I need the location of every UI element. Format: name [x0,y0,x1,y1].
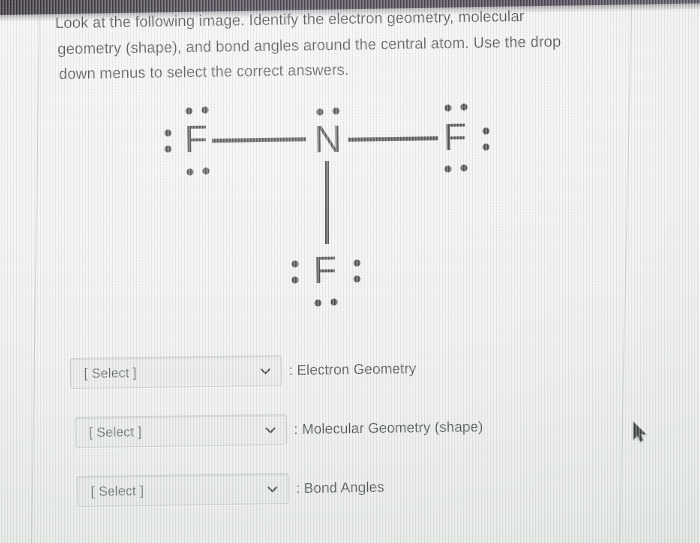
dropdown-row-molecular-geometry: [ Select ] : Molecular Geometry (shape) [74,411,484,448]
dropdown-row-bond-angles: [ Select ] : Bond Angles [76,472,385,507]
chevron-down-icon[interactable] [264,423,277,436]
question-prompt: Look at the following image. Identify th… [55,3,601,88]
chevron-down-icon[interactable] [266,482,279,495]
dropdown-row-electron-geometry: [ Select ] : Electron Geometry [69,353,417,389]
select-molecular-geometry-value: [ Select ] [88,424,142,440]
select-electron-geometry[interactable]: [ Select ] [69,355,283,389]
label-molecular-geometry: : Molecular Geometry (shape) [293,418,484,438]
label-electron-geometry: : Electron Geometry [288,360,417,379]
screen-photo: Look at the following image. Identify th… [0,0,700,543]
select-bond-angles[interactable]: [ Select ] [76,473,290,507]
select-molecular-geometry[interactable]: [ Select ] [74,414,288,448]
chevron-down-icon[interactable] [259,364,272,377]
label-bond-angles: : Bond Angles [295,479,385,497]
page-surface [0,9,700,543]
select-bond-angles-value: [ Select ] [90,483,144,499]
select-electron-geometry-value: [ Select ] [83,365,137,381]
